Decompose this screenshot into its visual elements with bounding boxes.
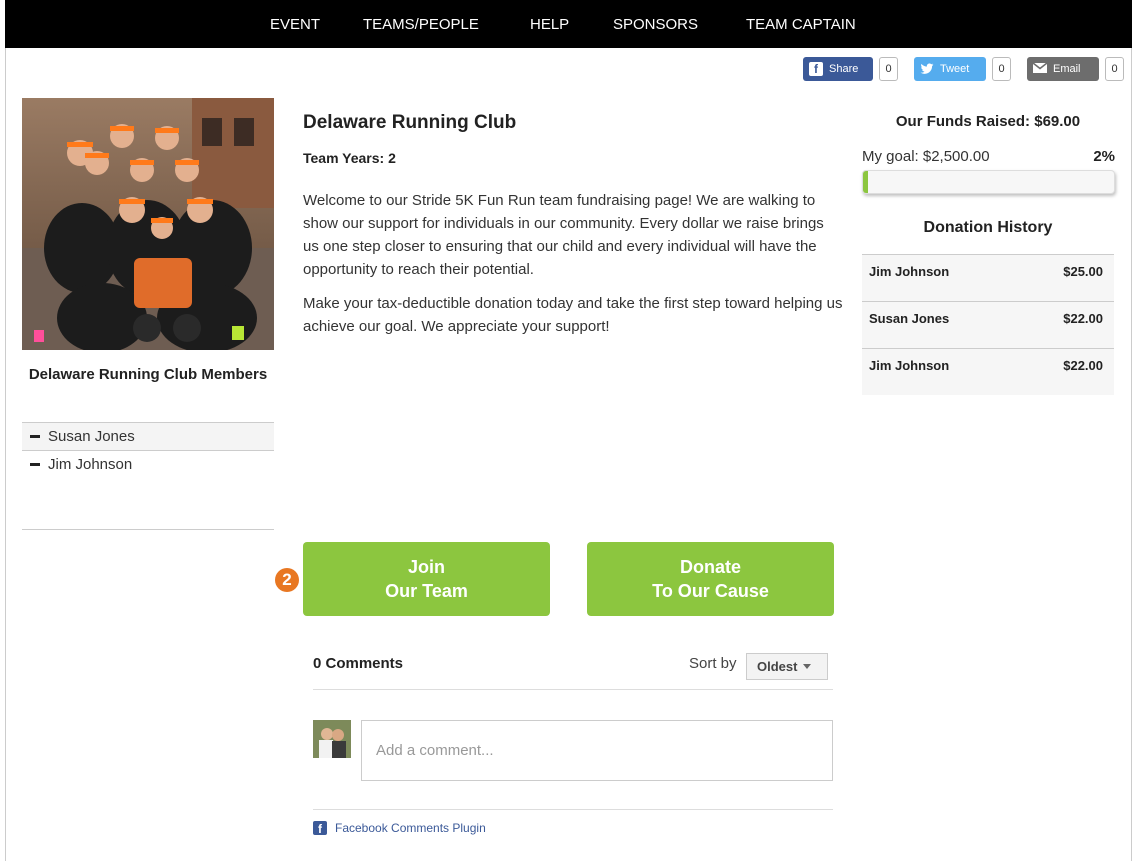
- facebook-share-label: Share: [829, 63, 859, 75]
- sort-order-select[interactable]: Oldest: [746, 653, 828, 680]
- facebook-comments-plugin-link[interactable]: f Facebook Comments Plugin: [313, 821, 486, 836]
- sort-by-label: Sort by: [689, 655, 737, 672]
- nav-event[interactable]: EVENT: [270, 16, 320, 33]
- member-item[interactable]: Jim Johnson: [22, 450, 274, 478]
- nav-team-captain[interactable]: TEAM CAPTAIN: [746, 16, 856, 33]
- top-nav: EVENT TEAMS/PEOPLE HELP SPONSORS TEAM CA…: [5, 0, 1132, 48]
- join-button-line1: Join: [407, 557, 445, 577]
- tweet-label: Tweet: [940, 63, 970, 75]
- share-bar: f Share 0 Tweet 0 Email 0: [0, 57, 1138, 81]
- facebook-icon: f: [809, 62, 823, 76]
- facebook-share-count: 0: [879, 57, 898, 81]
- avatar: [313, 720, 351, 758]
- member-name: Susan Jones: [48, 428, 135, 445]
- email-share-count: 0: [1105, 57, 1124, 81]
- donor-name: Jim Johnson: [869, 358, 950, 373]
- step-number-badge: 2: [275, 568, 299, 592]
- goal-percent: 2%: [1093, 148, 1115, 165]
- dash-icon: [30, 435, 40, 438]
- divider: [313, 689, 833, 690]
- facebook-icon: f: [313, 821, 327, 836]
- member-item[interactable]: Susan Jones: [22, 422, 274, 450]
- team-photo: [22, 98, 274, 350]
- funds-raised-title: Our Funds Raised: $69.00: [895, 113, 1081, 130]
- donate-button[interactable]: Donate To Our Cause: [587, 542, 834, 616]
- join-button-line2: Our Team: [385, 581, 468, 601]
- comments-count: 0 Comments: [313, 655, 404, 672]
- description-paragraph: Make your tax-deductible donation today …: [303, 295, 843, 335]
- donate-button-line1: Donate: [679, 557, 741, 577]
- caret-down-icon: [803, 664, 812, 669]
- comment-input[interactable]: [361, 720, 833, 781]
- description-paragraph: Welcome to our Stride 5K Fun Run team fu…: [303, 192, 824, 278]
- divider: [313, 809, 833, 810]
- team-description: Welcome to our Stride 5K Fun Run team fu…: [303, 189, 843, 338]
- join-team-button[interactable]: Join Our Team: [303, 542, 550, 616]
- sort-order-value: Oldest: [757, 659, 798, 674]
- nav-sponsors[interactable]: SPONSORS: [613, 16, 698, 33]
- donation-row: Jim Johnson $25.00: [862, 254, 1114, 301]
- goal-progress-bar: [862, 170, 1115, 194]
- donation-history-title: Donation History: [923, 219, 1053, 236]
- plugin-label: Facebook Comments Plugin: [335, 821, 486, 835]
- email-share-button[interactable]: Email: [1027, 57, 1099, 81]
- donation-amount: $25.00: [1063, 264, 1103, 279]
- member-list: Susan Jones Jim Johnson: [22, 422, 274, 478]
- member-name: Jim Johnson: [48, 456, 133, 473]
- members-title: Delaware Running Club Members: [28, 366, 268, 383]
- team-years: Team Years: 2: [303, 150, 396, 166]
- donation-row: Jim Johnson $22.00: [862, 348, 1114, 395]
- donation-amount: $22.00: [1063, 311, 1103, 326]
- team-name: Delaware Running Club: [303, 112, 517, 133]
- donation-row: Susan Jones $22.00: [862, 301, 1114, 348]
- donation-history-list: Jim Johnson $25.00 Susan Jones $22.00 Ji…: [862, 254, 1114, 395]
- tweet-count: 0: [992, 57, 1011, 81]
- donor-name: Jim Johnson: [869, 264, 950, 279]
- donate-button-line2: To Our Cause: [652, 581, 769, 601]
- nav-help[interactable]: HELP: [530, 16, 569, 33]
- goal-label: My goal: $2,500.00: [862, 148, 990, 165]
- donor-name: Susan Jones: [869, 311, 950, 326]
- donation-amount: $22.00: [1063, 358, 1103, 373]
- twitter-icon: [920, 62, 934, 76]
- email-share-label: Email: [1053, 63, 1081, 75]
- divider: [22, 529, 274, 530]
- facebook-share-button[interactable]: f Share: [803, 57, 873, 81]
- nav-teams-people[interactable]: TEAMS/PEOPLE: [363, 16, 479, 33]
- goal-progress-fill: [863, 171, 869, 193]
- envelope-icon: [1032, 62, 1048, 76]
- dash-icon: [30, 463, 40, 466]
- tweet-button[interactable]: Tweet: [914, 57, 986, 81]
